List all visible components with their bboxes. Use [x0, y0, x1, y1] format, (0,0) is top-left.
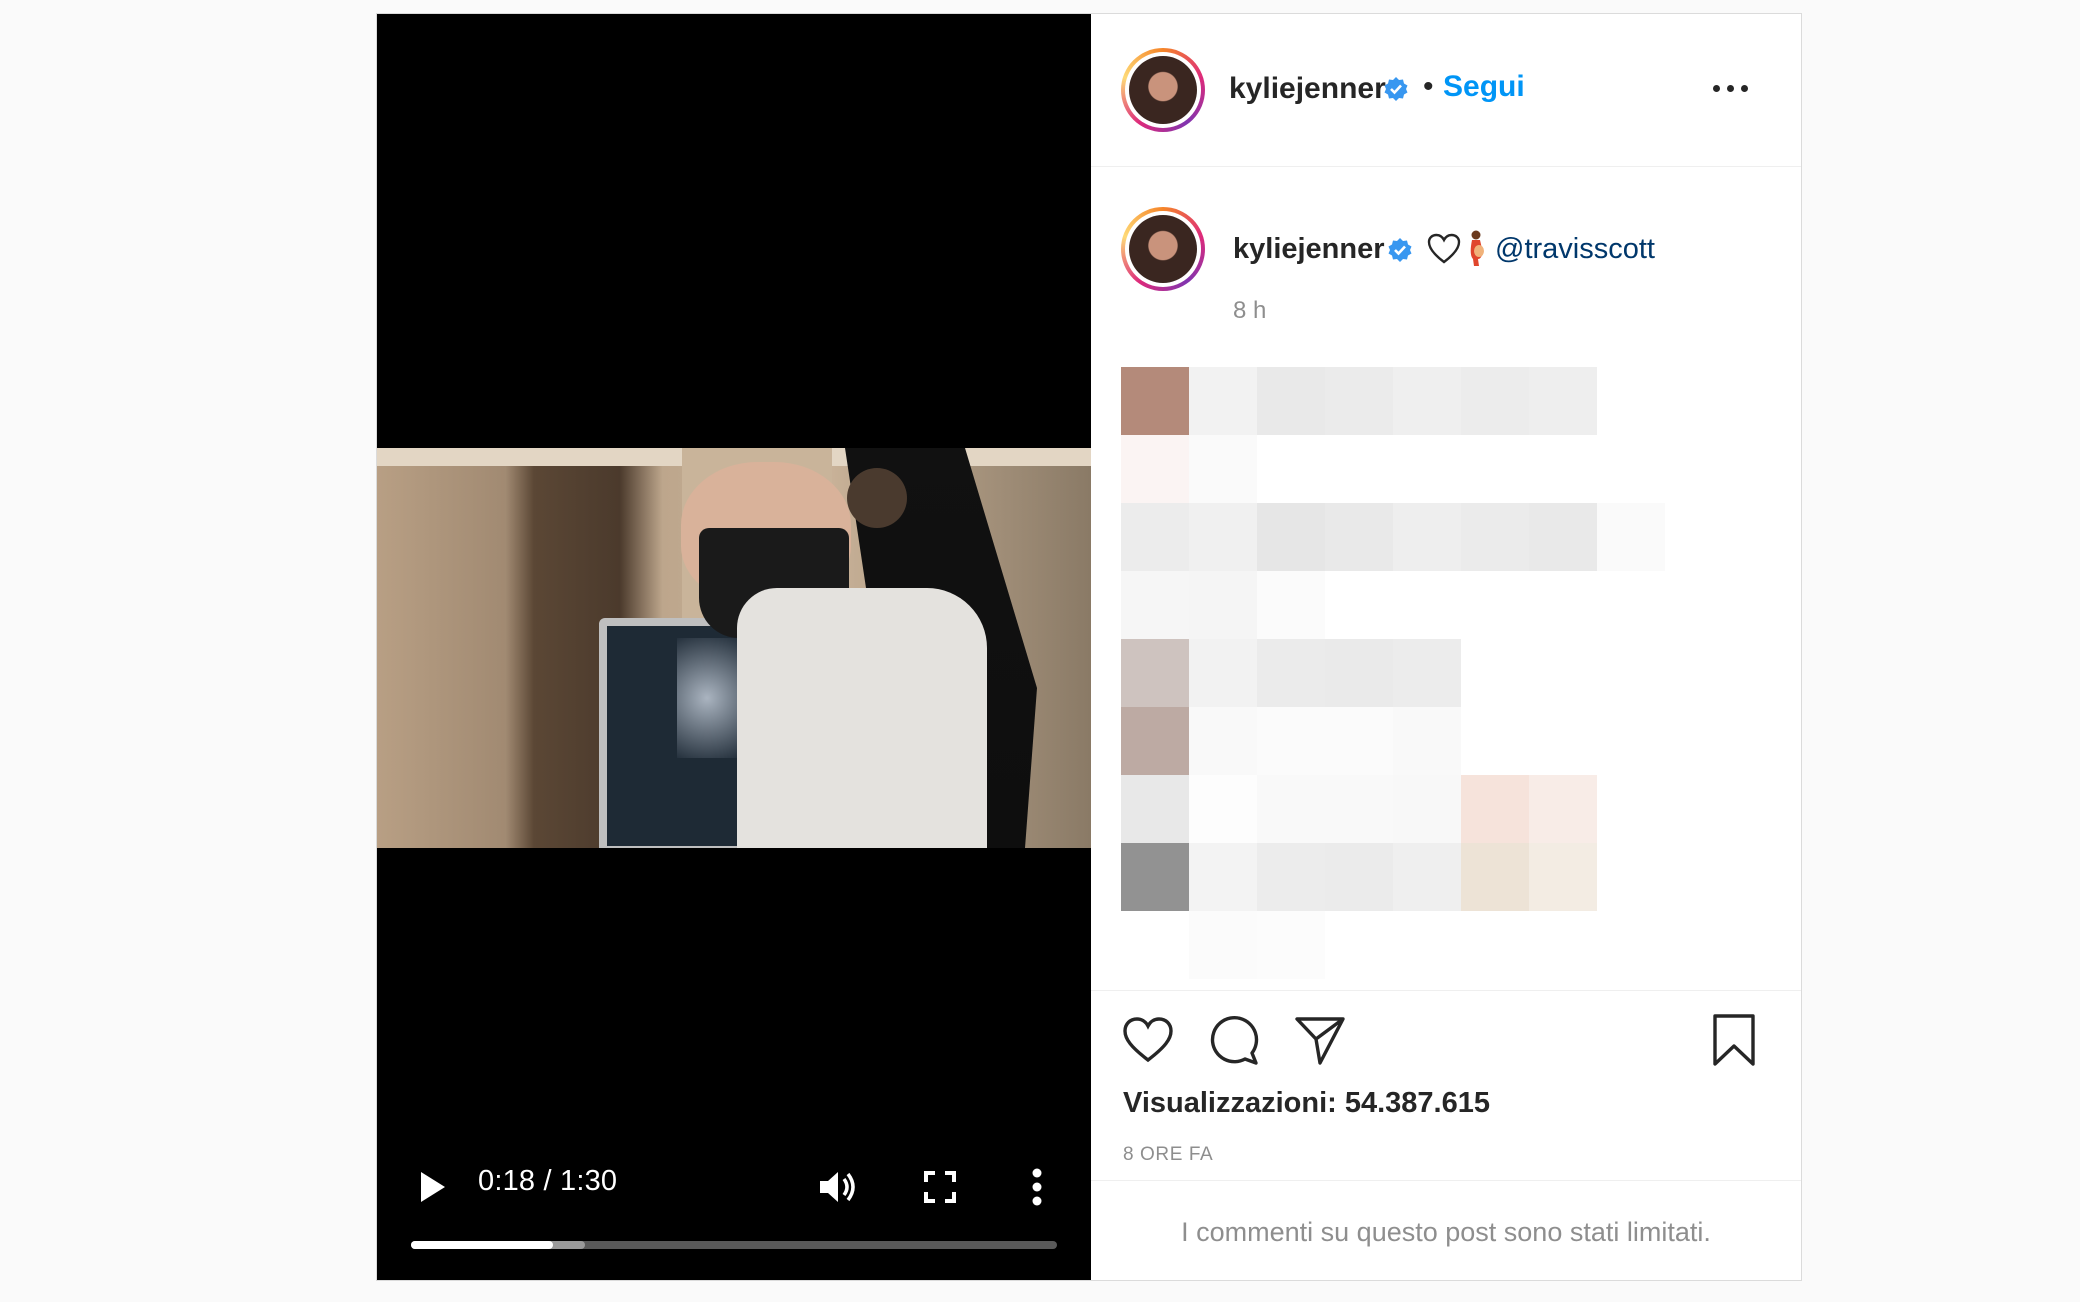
heart-emoji-icon: [1427, 233, 1461, 264]
blur-tile: [1121, 571, 1189, 639]
blur-tile: [1189, 435, 1257, 503]
username-link[interactable]: kyliejenner: [1229, 72, 1386, 106]
blur-tile: [1393, 775, 1461, 843]
verified-badge-icon: [1384, 77, 1408, 101]
blur-tile: [1121, 843, 1189, 911]
caption-avatar[interactable]: [1121, 207, 1205, 291]
view-count[interactable]: Visualizzazioni: 54.387.615: [1123, 1087, 1490, 1120]
volume-icon[interactable]: [817, 1167, 857, 1207]
paper-plane-icon[interactable]: [1293, 1013, 1347, 1067]
blur-tile: [1325, 503, 1393, 571]
blur-tile: [1257, 707, 1325, 775]
post-header: kyliejenner • Segui: [1091, 14, 1801, 167]
play-icon[interactable]: [417, 1169, 447, 1205]
blur-tile: [1121, 775, 1189, 843]
heart-icon[interactable]: [1121, 1013, 1175, 1067]
blur-tile: [1121, 503, 1189, 571]
mention-link[interactable]: @travisscott: [1495, 233, 1655, 266]
bookmark-icon[interactable]: [1709, 1013, 1759, 1067]
blur-tile: [1121, 435, 1189, 503]
more-options-icon[interactable]: [1711, 82, 1751, 96]
post-age: 8 h: [1233, 297, 1267, 324]
verified-badge-icon: [1388, 238, 1412, 262]
blur-tile: [1393, 707, 1461, 775]
blur-tile: [1121, 707, 1189, 775]
comment-bubble-icon[interactable]: [1207, 1013, 1261, 1067]
blur-tile: [1597, 503, 1665, 571]
blur-tile: [1325, 639, 1393, 707]
blur-tile: [1325, 707, 1393, 775]
blur-tile: [1393, 639, 1461, 707]
video-frame: [377, 448, 1091, 848]
blur-tile: [1257, 843, 1325, 911]
played-bar: [411, 1241, 554, 1249]
blur-tile: [1325, 775, 1393, 843]
vertical-dots-icon[interactable]: [1031, 1168, 1043, 1206]
pregnant-woman-emoji-icon: [1470, 230, 1484, 266]
blur-tile: [1461, 775, 1529, 843]
blur-tile: [1257, 639, 1325, 707]
video-player[interactable]: 0:18 / 1:30: [377, 14, 1091, 1280]
blur-tile: [1121, 639, 1189, 707]
comments-limited-notice: I commenti su questo post sono stati lim…: [1091, 1180, 1801, 1283]
post-timestamp[interactable]: 8 ORE FA: [1123, 1144, 1213, 1166]
blur-tile: [1257, 571, 1325, 639]
blur-tile: [1325, 843, 1393, 911]
blur-tile: [1461, 367, 1529, 435]
blur-tile: [1529, 503, 1597, 571]
blur-tile: [1461, 843, 1529, 911]
blur-tile: [1393, 367, 1461, 435]
blur-tile: [1189, 639, 1257, 707]
caption-area: kyliejenner @travisscott 8 h: [1091, 167, 1801, 987]
blur-tile: [1189, 911, 1257, 979]
blur-tile: [1189, 571, 1257, 639]
blur-tile: [1529, 843, 1597, 911]
blur-tile: [1257, 911, 1325, 979]
post-side-panel: kyliejenner • Segui kyliejenner @traviss…: [1091, 14, 1801, 1280]
instagram-post: 0:18 / 1:30 kyliejenner • Segui kyliejen…: [376, 13, 1802, 1281]
blur-tile: [1189, 707, 1257, 775]
blur-tile: [1189, 775, 1257, 843]
caption-username-link[interactable]: kyliejenner: [1233, 233, 1385, 266]
blur-tile: [1189, 843, 1257, 911]
blur-tile: [1529, 775, 1597, 843]
blur-tile: [1257, 775, 1325, 843]
follow-button[interactable]: Segui: [1443, 70, 1525, 104]
fullscreen-icon[interactable]: [923, 1170, 957, 1204]
separator-dot: •: [1423, 70, 1434, 103]
video-progress-bar[interactable]: [411, 1241, 1057, 1249]
blur-tile: [1189, 503, 1257, 571]
blur-tile: [1325, 367, 1393, 435]
post-actions: Visualizzazioni: 54.387.615 8 ORE FA: [1091, 990, 1801, 1181]
blur-tile: [1393, 843, 1461, 911]
avatar[interactable]: [1121, 48, 1205, 132]
video-time: 0:18 / 1:30: [478, 1165, 618, 1197]
blur-tile: [1393, 503, 1461, 571]
blur-tile: [1257, 503, 1325, 571]
blur-tile: [1121, 367, 1189, 435]
blur-tile: [1461, 503, 1529, 571]
blur-tile: [1257, 367, 1325, 435]
blur-tile: [1189, 367, 1257, 435]
blur-tile: [1529, 367, 1597, 435]
